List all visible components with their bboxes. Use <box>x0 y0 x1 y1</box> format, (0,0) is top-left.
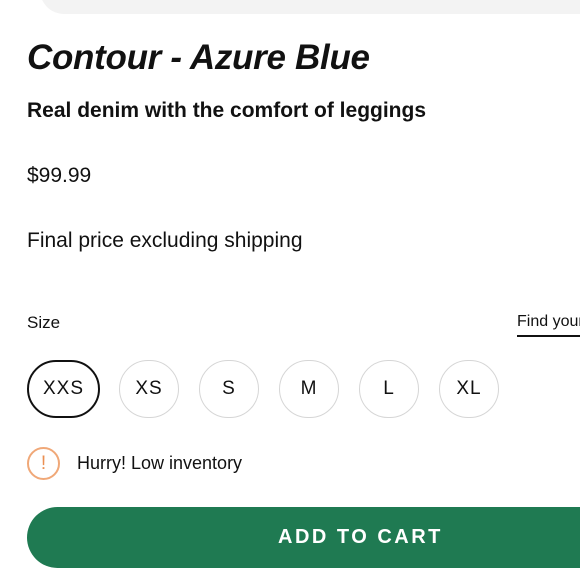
size-option-l[interactable]: L <box>359 360 419 418</box>
size-options: XXS XS S M L XL <box>27 360 519 418</box>
size-option-xl[interactable]: XL <box>439 360 499 418</box>
size-option-s[interactable]: S <box>199 360 259 418</box>
low-inventory-notice: ! Hurry! Low inventory <box>27 447 242 480</box>
size-label: Size <box>27 313 61 332</box>
price-note: Final price excluding shipping <box>27 229 303 252</box>
size-option-m[interactable]: M <box>279 360 339 418</box>
add-to-cart-button[interactable]: ADD TO CART <box>27 507 580 568</box>
size-option-xs[interactable]: XS <box>119 360 179 418</box>
product-page: Contour - Azure Blue Real denim with the… <box>0 0 580 580</box>
product-price: $99.99 <box>27 164 92 187</box>
product-subtitle: Real denim with the comfort of leggings <box>27 99 427 122</box>
exclamation-icon: ! <box>27 447 60 480</box>
size-option-xxs[interactable]: XXS <box>27 360 100 418</box>
image-carousel-edge <box>40 0 580 14</box>
product-title: Contour - Azure Blue <box>27 38 370 77</box>
size-guide-link[interactable]: Find your <box>517 313 580 337</box>
inventory-message: Hurry! Low inventory <box>77 453 243 473</box>
